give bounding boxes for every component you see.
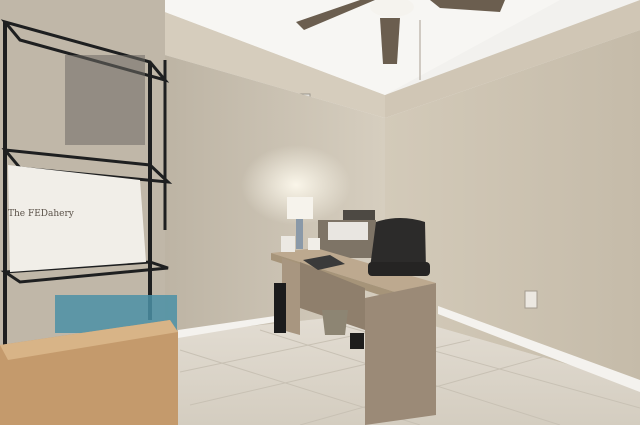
waste-basket xyxy=(322,310,348,335)
desk-end-panel xyxy=(365,283,436,425)
shelf-clutter xyxy=(65,55,145,145)
desk-organizer xyxy=(281,236,295,252)
lamp-shade xyxy=(287,197,313,219)
shelf-items xyxy=(343,210,375,220)
wall-outlet xyxy=(524,290,538,309)
desk-box xyxy=(308,238,320,250)
box-print-text: The FEDahery xyxy=(8,209,74,219)
printer xyxy=(328,222,368,240)
pc-tower xyxy=(274,283,286,333)
office-chair-seat xyxy=(368,262,430,276)
lamp-base xyxy=(296,219,303,249)
office-photo: The FEDahery xyxy=(0,0,640,425)
office-chair-base xyxy=(350,333,364,349)
